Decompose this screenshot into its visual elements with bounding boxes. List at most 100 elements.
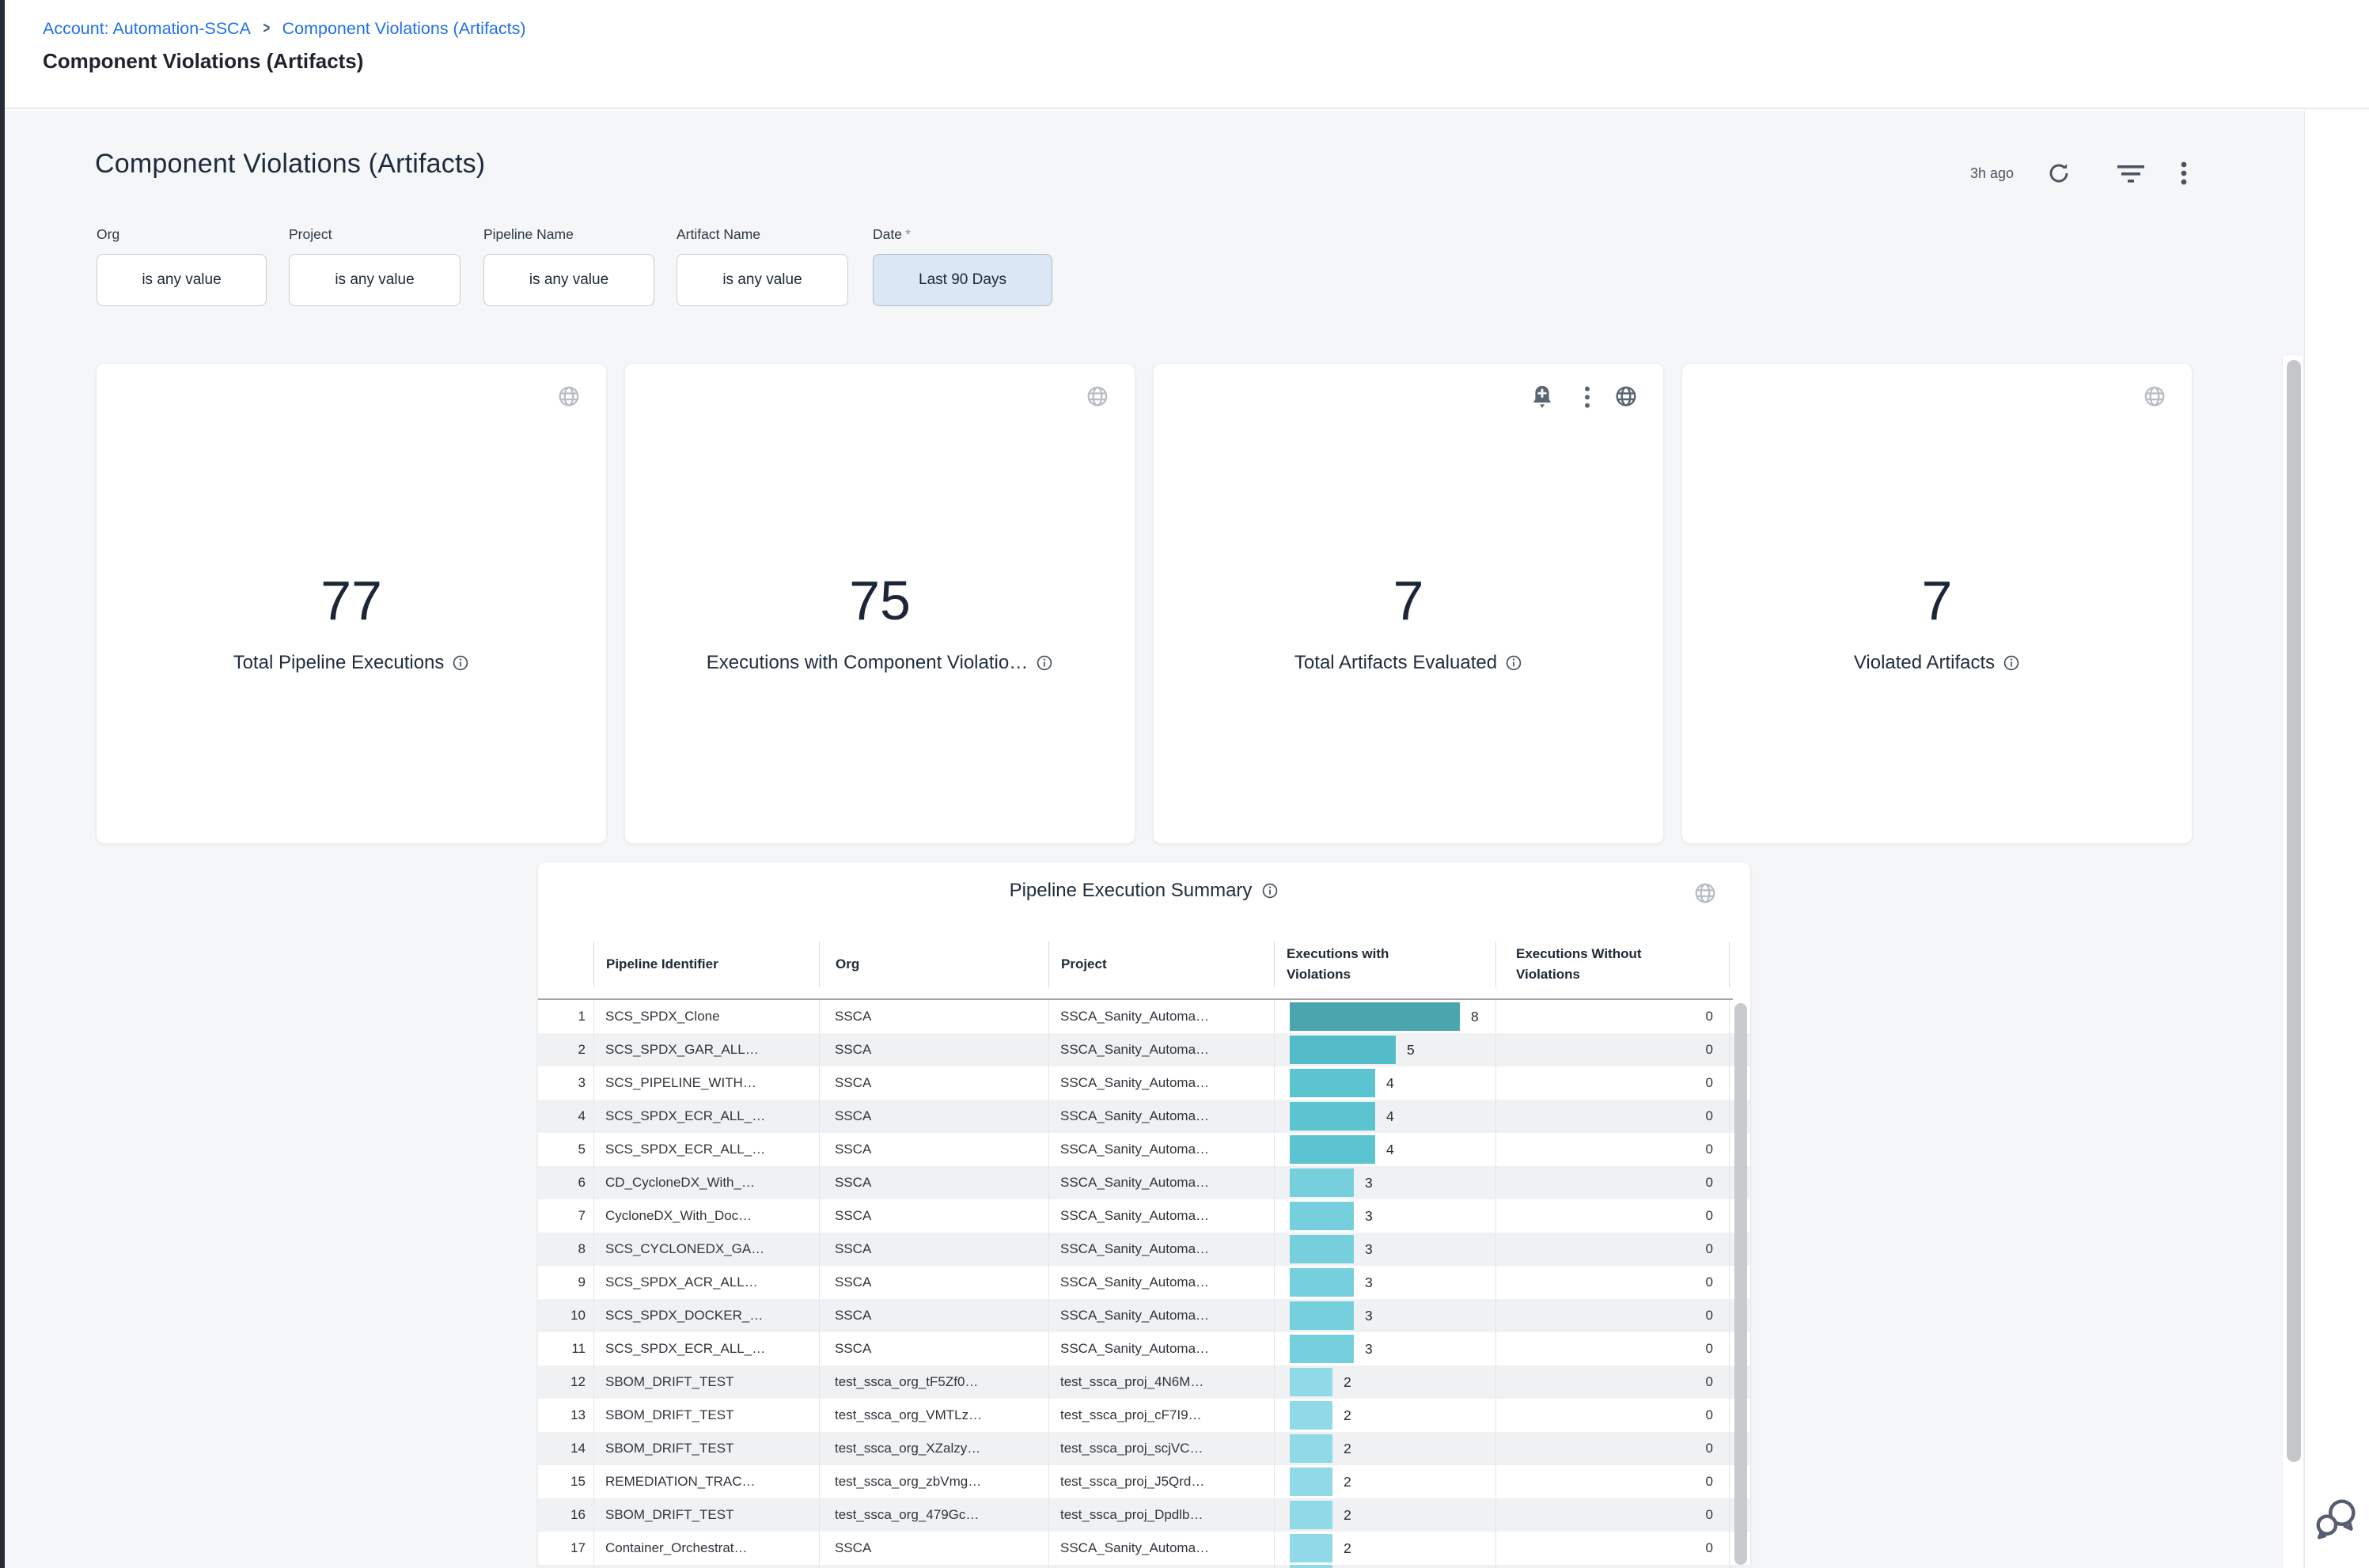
cell-executions-without-violations: 0	[1495, 1233, 1721, 1266]
cell-executions-with-violations: 3	[1365, 1266, 1373, 1299]
cell-org: SSCA	[835, 1100, 871, 1133]
table-row: 8 SCS_CYCLONEDX_GA… SSCA SSCA_Sanity_Aut…	[538, 1233, 1750, 1266]
violations-bar	[1290, 1036, 1396, 1064]
cell-project: test_ssca_proj_Dpdlb…	[1060, 1498, 1203, 1532]
column-header-executions-without-violations[interactable]: Executions Without Violations	[1495, 941, 1677, 987]
cell-executions-without-violations: 0	[1495, 1266, 1721, 1299]
violations-bar	[1290, 1002, 1460, 1031]
bell-plus-icon[interactable]	[1530, 384, 1554, 410]
cell-executions-with-violations: 4	[1386, 1133, 1394, 1166]
row-index: 8	[538, 1233, 586, 1266]
page-scrollbar-thumb[interactable]	[2287, 360, 2301, 1462]
column-header-executions-with-violations[interactable]: Executions with Violations	[1274, 941, 1432, 987]
cell-executions-without-violations: 0	[1495, 1199, 1721, 1233]
cell-executions-with-violations: 3	[1365, 1233, 1373, 1266]
info-icon[interactable]	[2003, 654, 2020, 672]
info-icon[interactable]	[1261, 882, 1279, 900]
refresh-button[interactable]	[2046, 161, 2071, 186]
filter-icon	[2117, 163, 2144, 185]
violations-bar	[1290, 1102, 1375, 1131]
row-index: 2	[538, 1033, 586, 1066]
cell-pipeline-identifier: SBOM_DRIFT_TEST	[605, 1399, 733, 1432]
globe-icon[interactable]	[1086, 384, 1109, 408]
cell-project: test_ssca_proj_cF7I9…	[1060, 1399, 1202, 1432]
violations-bar	[1290, 1534, 1332, 1562]
kpi-value: 7	[1393, 573, 1424, 628]
globe-icon[interactable]	[1693, 881, 1717, 905]
cell-executions-without-violations: 0	[1495, 1100, 1721, 1133]
cell-executions-without-violations: 0	[1495, 1399, 1721, 1432]
breadcrumb-account-link[interactable]: Account: Automation-SSCA	[43, 19, 251, 39]
cell-executions-without-violations: 0	[1495, 1033, 1721, 1066]
filter-project-chip[interactable]: is any value	[289, 254, 461, 306]
info-icon[interactable]	[1036, 654, 1053, 672]
top-header: Account: Automation-SSCA > Component Vio…	[5, 0, 2369, 109]
header-divider	[1729, 941, 1730, 987]
filter-date-chip[interactable]: Last 90 Days	[873, 254, 1052, 306]
kpi-value: 77	[320, 573, 382, 628]
filters-button[interactable]	[2117, 163, 2144, 185]
info-icon[interactable]	[452, 654, 469, 672]
filter-artifact-name-chip[interactable]: is any value	[677, 254, 848, 306]
cell-project: test_ssca_proj_J5Qrd…	[1060, 1465, 1204, 1498]
cell-executions-without-violations: 0	[1495, 1432, 1721, 1465]
cell-executions-with-violations: 2	[1344, 1532, 1351, 1565]
kpi-label: Total Artifacts Evaluated	[1294, 652, 1497, 674]
table-body: 1 SCS_SPDX_Clone SSCA SSCA_Sanity_Automa…	[538, 1000, 1750, 1568]
cell-org: test_ssca_org_zbVmg…	[835, 1465, 981, 1498]
table-row: 5 SCS_SPDX_ECR_ALL_… SSCA SSCA_Sanity_Au…	[538, 1133, 1750, 1166]
violations-bar	[1290, 1301, 1354, 1330]
cell-org: SSCA	[835, 1266, 871, 1299]
cell-executions-with-violations: 5	[1407, 1033, 1415, 1066]
violations-bar	[1290, 1368, 1332, 1396]
cell-executions-without-violations: 0	[1495, 1166, 1721, 1199]
table-row: 17 Container_Orchestrat… SSCA SSCA_Sanit…	[538, 1532, 1750, 1565]
table-row: 15 REMEDIATION_TRAC… test_ssca_org_zbVmg…	[538, 1465, 1750, 1498]
dashboard-menu-button[interactable]	[2181, 161, 2187, 186]
cell-project: SSCA_Sanity_Automa…	[1060, 1266, 1209, 1299]
cell-pipeline-identifier: SCS_SPDX_ECR_ALL_…	[605, 1332, 765, 1365]
kpi-label: Violated Artifacts	[1854, 652, 1995, 674]
filter-org-chip[interactable]: is any value	[97, 254, 267, 306]
info-icon[interactable]	[1505, 654, 1522, 672]
table-row: 10 SCS_SPDX_DOCKER_… SSCA SSCA_Sanity_Au…	[538, 1299, 1750, 1332]
chat-support-button[interactable]	[2312, 1494, 2361, 1543]
page-scrollbar-track[interactable]	[2282, 356, 2304, 1568]
globe-icon[interactable]	[557, 384, 581, 408]
dashboard-title: Component Violations (Artifacts)	[95, 149, 485, 180]
cell-executions-without-violations: 0	[1495, 1066, 1721, 1100]
cell-org: SSCA	[835, 1299, 871, 1332]
cell-org: SSCA	[835, 1233, 871, 1266]
globe-icon[interactable]	[1614, 384, 1638, 408]
table-row: 16 SBOM_DRIFT_TEST test_ssca_org_479Gc… …	[538, 1498, 1750, 1532]
filter-pipeline-name-chip[interactable]: is any value	[483, 254, 654, 306]
cell-executions-with-violations: 8	[1471, 1000, 1479, 1033]
cell-executions-without-violations: 0	[1495, 1133, 1721, 1166]
app-root: Account: Automation-SSCA > Component Vio…	[0, 0, 2369, 1568]
violations-bar	[1290, 1235, 1354, 1263]
cell-pipeline-identifier: SCS_CYCLONEDX_GA…	[605, 1233, 764, 1266]
table-row: 4 SCS_SPDX_ECR_ALL_… SSCA SSCA_Sanity_Au…	[538, 1100, 1750, 1133]
filter-date-label: Date*	[873, 226, 1052, 243]
column-header-pipeline-identifier[interactable]: Pipeline Identifier	[593, 941, 819, 987]
filter-org-label: Org	[97, 226, 267, 243]
cell-executions-without-violations: 0	[1495, 1332, 1721, 1365]
cell-pipeline-identifier: Container_Orchestrat…	[605, 1532, 748, 1565]
column-header-project[interactable]: Project	[1048, 941, 1274, 987]
tile-kebab-icon[interactable]	[1584, 385, 1590, 409]
row-index: 15	[538, 1465, 586, 1498]
cell-pipeline-identifier: SBOM_DRIFT_TEST	[605, 1498, 733, 1532]
table-scrollbar-thumb[interactable]	[1734, 1003, 1747, 1565]
cell-project: SSCA_Sanity_Automa…	[1060, 1299, 1209, 1332]
column-header-org[interactable]: Org	[819, 941, 1048, 987]
violations-bar	[1290, 1168, 1354, 1197]
kebab-icon	[2181, 161, 2187, 186]
breadcrumb: Account: Automation-SSCA > Component Vio…	[43, 19, 526, 39]
cell-pipeline-identifier: SCS_PIPELINE_WITH…	[605, 1066, 756, 1100]
globe-icon[interactable]	[2143, 384, 2166, 408]
cell-executions-with-violations: 3	[1365, 1166, 1373, 1199]
breadcrumb-page-link[interactable]: Component Violations (Artifacts)	[282, 19, 526, 39]
cell-executions-without-violations: 0	[1495, 1365, 1721, 1399]
filter-org: Org is any value	[97, 226, 267, 306]
filter-date: Date* Last 90 Days	[873, 226, 1052, 306]
